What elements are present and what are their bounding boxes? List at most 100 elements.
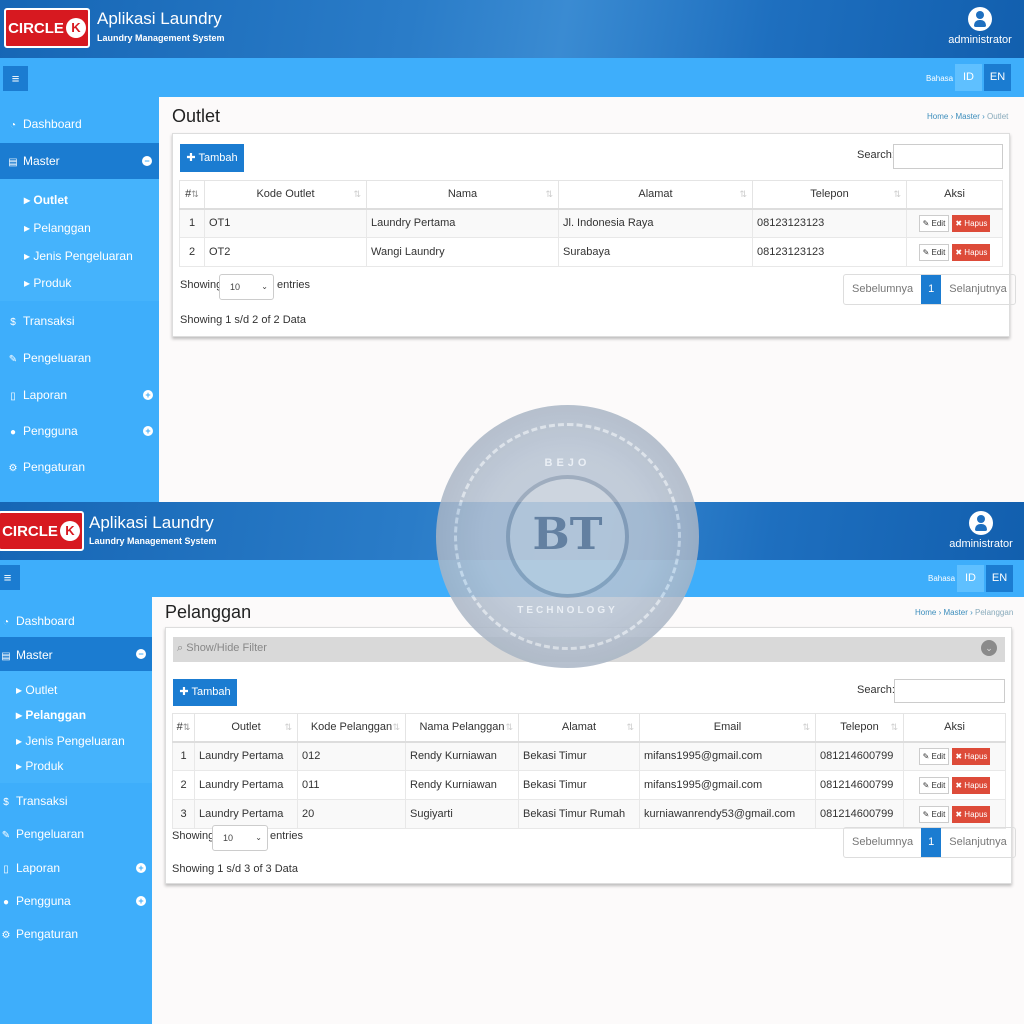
dashboard-icon: ◔ [2, 617, 10, 628]
sidebar: ◔ Dashboard ▤ Master − ▸ Outlet ▸ Pelanggan… [0, 97, 159, 502]
col-kode-outlet[interactable]: Kode Outlet ⇅ [204, 180, 367, 210]
prev-page-button[interactable]: Sebelumnya [844, 275, 921, 304]
sidebar-item-laporan[interactable]: ▯ Laporan + [0, 861, 152, 875]
col-alamat[interactable]: Alamat ⇅ [518, 713, 640, 743]
sidebar-item-dashboard[interactable]: ◔ Dashboard [0, 614, 152, 628]
delete-button[interactable]: ✖ Hapus [952, 214, 991, 232]
delete-button[interactable]: ✖ Hapus [952, 747, 991, 765]
showing-label: Showing [180, 279, 223, 291]
table-row: 2 Laundry Pertama 011 Rendy Kurniawan Be… [172, 770, 1006, 800]
breadcrumb: Home › Master › Outlet [927, 112, 1009, 121]
sidebar-item-pengeluaran[interactable]: ✎ Pengeluaran [0, 351, 159, 365]
file-icon: ▯ [10, 391, 16, 402]
user-icon: ● [2, 897, 10, 908]
sidebar-item-laporan[interactable]: ▯ Laporan + [0, 388, 159, 402]
page-1-button[interactable]: 1 [921, 828, 942, 857]
top-header: CIRCLE K Aplikasi Laundry Laundry Managem… [0, 0, 1024, 58]
language-label: Bahasa [928, 574, 956, 583]
edit-icon: ✎ [8, 354, 18, 365]
pagination: Sebelumnya 1 Selanjutnya [843, 827, 1016, 858]
entries-select[interactable]: 10 ⌄ [212, 825, 268, 851]
sidebar-item-outlet[interactable]: ▸ Outlet [16, 683, 57, 697]
col-aksi: Aksi [906, 180, 1003, 210]
col-kode-pelanggan[interactable]: Kode Pelanggan ⇅ [297, 713, 406, 743]
user-menu[interactable]: administrator [946, 7, 1014, 46]
edit-button[interactable]: ✎ Edit [918, 243, 950, 261]
page-1-button[interactable]: 1 [921, 275, 942, 304]
add-button[interactable]: ✚ Tambah [180, 144, 244, 172]
col-alamat[interactable]: Alamat ⇅ [558, 180, 753, 210]
book-icon: ▤ [1, 651, 11, 662]
edit-button[interactable]: ✎ Edit [918, 776, 950, 794]
file-icon: ▯ [3, 864, 9, 875]
sidebar-item-pengguna[interactable]: ● Pengguna + [0, 894, 152, 908]
sidebar-item-pengaturan[interactable]: ⚙ Pengaturan [0, 927, 152, 941]
search-input[interactable] [894, 679, 1005, 703]
menu-toggle-icon[interactable]: ≡ [0, 565, 20, 590]
delete-button[interactable]: ✖ Hapus [952, 805, 991, 823]
sort-icon: ⇅ [505, 722, 513, 732]
prev-page-button[interactable]: Sebelumnya [844, 828, 921, 857]
sidebar-item-outlet[interactable]: ▸ Outlet [24, 193, 68, 207]
col-number[interactable]: #⇅ [172, 713, 195, 743]
chevron-down-icon: ⌄ [255, 833, 262, 842]
dollar-icon: $ [3, 797, 9, 808]
lang-id-button[interactable]: ID [955, 64, 982, 91]
sort-icon: ⇅ [890, 722, 898, 732]
lang-en-button[interactable]: EN [984, 64, 1011, 91]
next-page-button[interactable]: Selanjutnya [941, 275, 1015, 304]
sidebar-item-produk[interactable]: ▸ Produk [16, 759, 63, 773]
sidebar-item-pelanggan[interactable]: ▸ Pelanggan [16, 708, 86, 722]
entries-select[interactable]: 10 ⌄ [219, 274, 274, 300]
col-email[interactable]: Email ⇅ [639, 713, 816, 743]
sidebar: ◔ Dashboard ▤ Master − ▸ Outlet ▸ Pelanggan… [0, 597, 152, 1024]
col-nama[interactable]: Nama ⇅ [366, 180, 559, 210]
col-telepon[interactable]: Telepon ⇅ [752, 180, 907, 210]
col-nama-pelanggan[interactable]: Nama Pelanggan ⇅ [405, 713, 519, 743]
sidebar-item-pengguna[interactable]: ● Pengguna + [0, 424, 159, 438]
sidebar-item-transaksi[interactable]: $ Transaksi [0, 794, 152, 808]
table-row: 1 Laundry Pertama 012 Rendy Kurniawan Be… [172, 741, 1006, 771]
table-row: 1 OT1 Laundry Pertama Jl. Indonesia Raya… [179, 208, 1003, 238]
pelanggan-table: #⇅ Outlet ⇅ Kode Pelanggan ⇅ Nama Pelangga… [172, 713, 1006, 829]
master-submenu: ▸ Outlet ▸ Pelanggan ▸ Jenis Pengeluaran… [0, 179, 159, 301]
add-button[interactable]: ✚ Tambah [173, 679, 237, 706]
pagination: Sebelumnya 1 Selanjutnya [843, 274, 1016, 305]
user-menu[interactable]: administrator [947, 511, 1015, 550]
search-input[interactable] [893, 144, 1003, 169]
next-page-button[interactable]: Selanjutnya [941, 828, 1015, 857]
delete-button[interactable]: ✖ Hapus [952, 243, 991, 261]
book-icon: ▤ [8, 157, 18, 168]
table-info: Showing 1 s/d 2 of 2 Data [180, 314, 306, 326]
sidebar-item-master[interactable]: ▤ Master − [0, 143, 159, 179]
page-title: Outlet [172, 106, 221, 126]
sidebar-item-transaksi[interactable]: $ Transaksi [0, 314, 159, 328]
col-number[interactable]: #⇅ [179, 180, 205, 210]
edit-button[interactable]: ✎ Edit [918, 805, 950, 823]
sort-icon: ⇅ [626, 722, 634, 732]
lang-en-button[interactable]: EN [986, 565, 1013, 592]
outlet-table-box: ✚ Tambah Search: #⇅ Kode Outlet ⇅ Nama ⇅ A… [172, 133, 1016, 337]
sidebar-item-pengaturan[interactable]: ⚙ Pengaturan [0, 460, 159, 474]
edit-icon: ✎ [1, 830, 11, 841]
sort-icon: ⇅ [545, 189, 553, 199]
chevron-down-icon: ⌄ [261, 282, 268, 291]
entries-label: entries [277, 279, 311, 291]
search-label: Search: [857, 684, 895, 696]
sidebar-item-jenis-pengeluaran[interactable]: ▸ Jenis Pengeluaran [16, 734, 125, 748]
table-row: 2 OT2 Wangi Laundry Surabaya 08123123123… [179, 237, 1003, 267]
delete-button[interactable]: ✖ Hapus [952, 776, 991, 794]
sidebar-item-produk[interactable]: ▸ Produk [24, 276, 71, 290]
sidebar-item-pelanggan[interactable]: ▸ Pelanggan [24, 221, 91, 235]
col-outlet[interactable]: Outlet ⇅ [194, 713, 298, 743]
sidebar-item-master[interactable]: ▤ Master − [0, 637, 152, 671]
app-title: Aplikasi Laundry [97, 9, 222, 28]
sidebar-item-dashboard[interactable]: ◔ Dashboard [0, 117, 159, 131]
edit-button[interactable]: ✎ Edit [918, 747, 950, 765]
edit-button[interactable]: ✎ Edit [918, 214, 950, 232]
sidebar-item-pengeluaran[interactable]: ✎ Pengeluaran [0, 827, 152, 841]
menu-toggle-icon[interactable]: ≡ [3, 66, 28, 91]
lang-id-button[interactable]: ID [957, 565, 984, 592]
col-telepon[interactable]: Telepon ⇅ [815, 713, 904, 743]
sidebar-item-jenis-pengeluaran[interactable]: ▸ Jenis Pengeluaran [24, 249, 133, 263]
